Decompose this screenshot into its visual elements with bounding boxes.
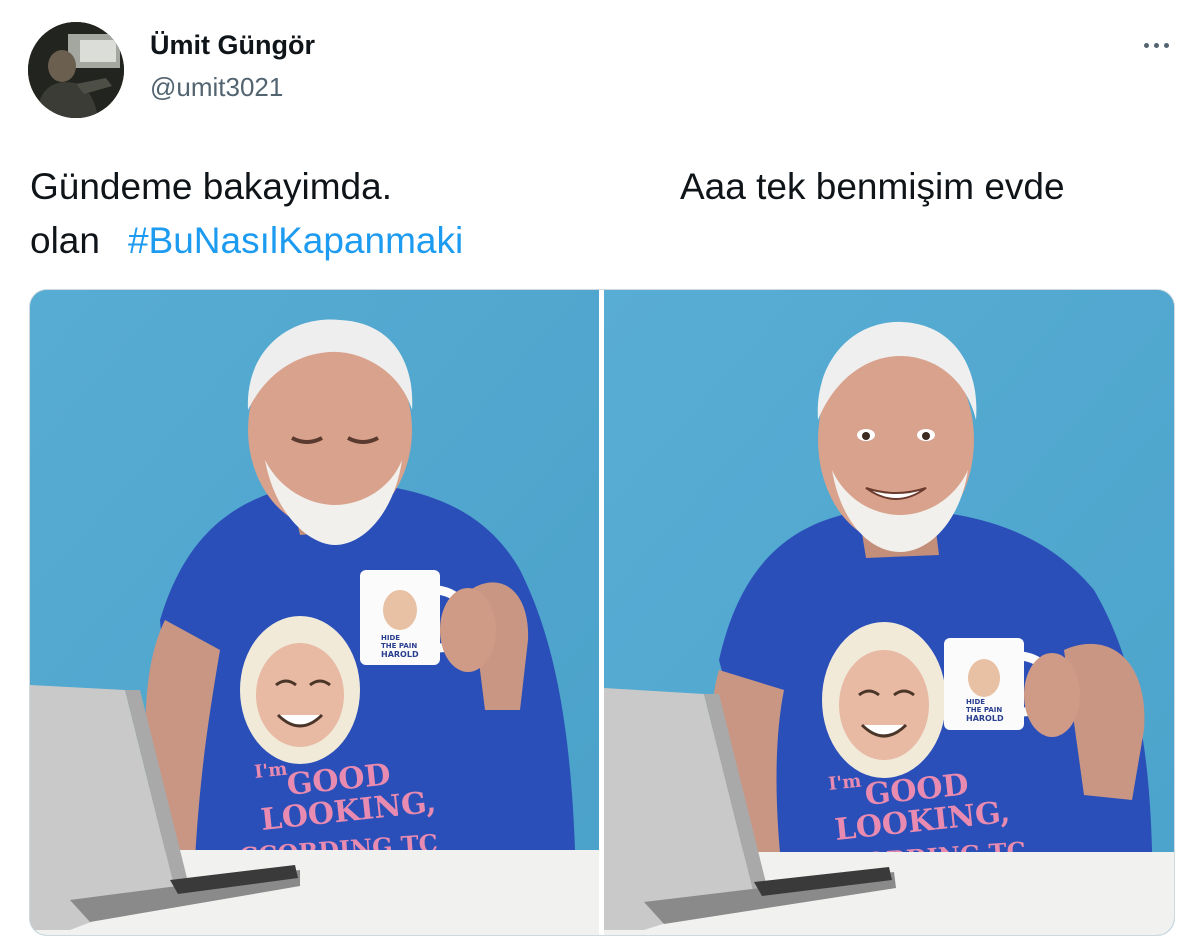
- tweet-text-line-1-left: Gündeme bakayimda.: [30, 166, 392, 207]
- mug-text-line-1-right: HIDE: [966, 698, 985, 706]
- mug-text-line-3-right: HAROLD: [966, 714, 1004, 723]
- tweet-text-line-2-prefix: olan: [30, 220, 100, 261]
- more-dots-icon[interactable]: [1136, 28, 1176, 62]
- tweet-text-line-1-right: Aaa tek benmişim evde: [680, 166, 1065, 207]
- tweet-text: Gündeme bakayimda. Aaa tek benmişim evde…: [30, 160, 1170, 268]
- avatar[interactable]: [28, 22, 124, 118]
- user-handle[interactable]: @umit3021: [150, 72, 283, 103]
- mug-text-line-2: THE PAIN: [381, 642, 417, 650]
- mug-text-line-1: HIDE: [381, 634, 400, 642]
- tweet-text-line-2: olan #BuNasılKapanmaki: [30, 214, 1170, 268]
- tweet-text-line-1: Gündeme bakayimda. Aaa tek benmişim evde: [30, 160, 1170, 214]
- photo-left[interactable]: I'm GOOD LOOKING, CCORDING TC HIDE THE P…: [30, 290, 599, 935]
- mug-text-line-2-right: THE PAIN: [966, 706, 1002, 714]
- mug-text-line-3: HAROLD: [381, 650, 419, 659]
- media-grid: I'm GOOD LOOKING, CCORDING TC HIDE THE P…: [29, 289, 1175, 936]
- display-name[interactable]: Ümit Güngör: [150, 30, 315, 61]
- tweet: Ümit Güngör @umit3021 Gündeme bakayimda.…: [0, 0, 1200, 944]
- hashtag-link[interactable]: #BuNasılKapanmaki: [128, 220, 463, 261]
- photo-right[interactable]: I'm GOOD LOOKING, ORDING TC HIDE THE PAI…: [604, 290, 1174, 935]
- shirt-print-line-1-right: I'm: [827, 771, 862, 795]
- shirt-print-line-1: I'm: [253, 759, 288, 783]
